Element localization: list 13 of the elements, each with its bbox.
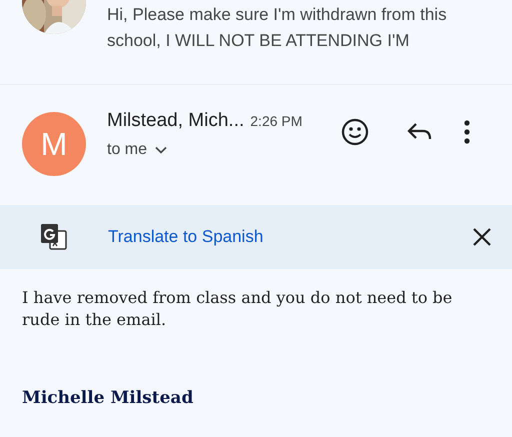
- chevron-down-icon[interactable]: [155, 146, 168, 154]
- emoji-button[interactable]: [341, 118, 369, 146]
- message-snippet: Hi, Please make sure I'm withdrawn from this school, I WILL NOT BE ATTENDING I'M: [107, 4, 448, 52]
- translate-icon: [40, 223, 68, 251]
- message-time: 2:26 PM: [250, 113, 302, 129]
- translate-link[interactable]: Translate to Spanish: [108, 227, 264, 247]
- more-button[interactable]: [463, 119, 471, 145]
- sender-name: Milstead, Mich...: [107, 110, 244, 132]
- message-text: I have removed from class and you do not need to be rude in the email.: [22, 287, 454, 331]
- signature-name: Michelle Milstead: [22, 388, 194, 408]
- recipient-label: to me: [107, 141, 148, 159]
- close-button[interactable]: [472, 227, 492, 247]
- avatar: M: [22, 112, 86, 176]
